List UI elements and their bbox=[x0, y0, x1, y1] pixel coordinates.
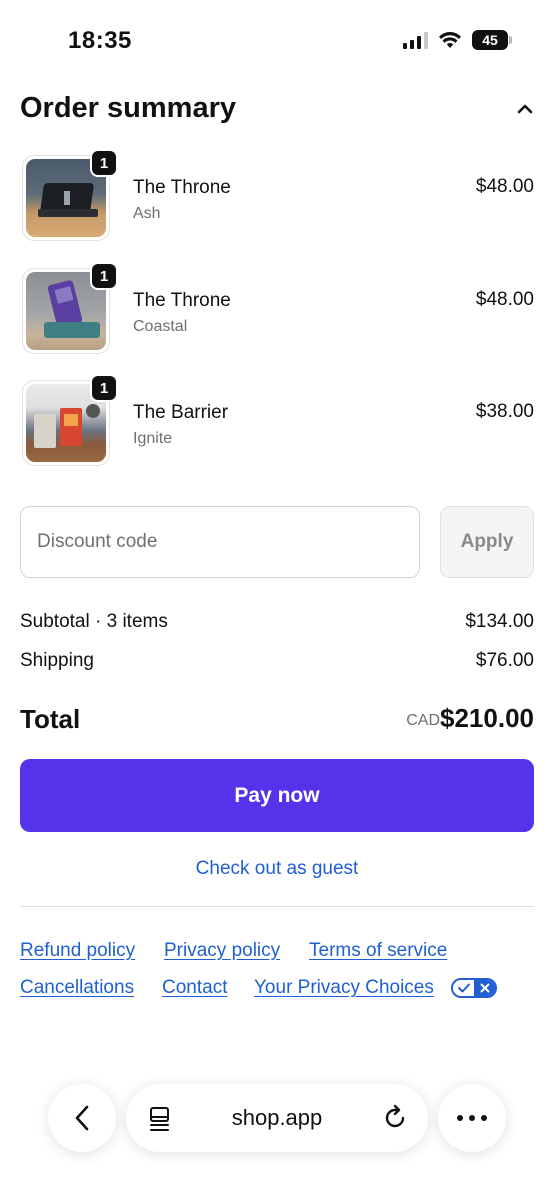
back-button[interactable] bbox=[48, 1084, 116, 1152]
item-name: The Throne bbox=[133, 290, 231, 311]
refund-policy-link[interactable]: Refund policy bbox=[20, 940, 135, 962]
privacy-choices-link[interactable]: Your Privacy Choices bbox=[254, 977, 434, 999]
shipping-value: $76.00 bbox=[475, 650, 534, 671]
guest-checkout-link[interactable]: Check out as guest bbox=[0, 858, 554, 880]
more-button[interactable] bbox=[438, 1084, 506, 1152]
privacy-policy-link[interactable]: Privacy policy bbox=[164, 940, 280, 962]
shipping-label: Shipping bbox=[20, 650, 94, 671]
privacy-choices-icon[interactable] bbox=[451, 978, 497, 998]
more-icon bbox=[457, 1115, 487, 1121]
currency-code: CAD bbox=[406, 712, 440, 729]
item-variant: Coastal bbox=[133, 318, 188, 335]
back-icon bbox=[75, 1105, 89, 1131]
shipping-row: Shipping $76.00 bbox=[20, 650, 534, 672]
reload-icon[interactable] bbox=[382, 1104, 408, 1132]
discount-code-input[interactable] bbox=[20, 506, 420, 578]
item-variant: Ignite bbox=[133, 430, 173, 447]
apply-button[interactable]: Apply bbox=[440, 506, 534, 578]
contact-link[interactable]: Contact bbox=[162, 977, 227, 999]
subtotal-value: $134.00 bbox=[465, 611, 534, 632]
item-variant: Ash bbox=[133, 205, 161, 222]
quantity-badge: 1 bbox=[90, 374, 118, 402]
terms-of-service-link[interactable]: Terms of service bbox=[309, 940, 447, 962]
divider bbox=[20, 906, 534, 907]
line-item: 1 The Barrier Ignite $38.00 bbox=[20, 374, 534, 466]
item-price: $48.00 bbox=[475, 289, 534, 310]
browser-toolbar: shop.app bbox=[0, 1084, 554, 1154]
total-label: Total bbox=[20, 704, 81, 734]
check-icon bbox=[453, 980, 474, 996]
quantity-badge: 1 bbox=[90, 262, 118, 290]
wifi-icon bbox=[439, 32, 461, 48]
battery-icon: 45 bbox=[472, 30, 512, 50]
pay-now-button[interactable]: Pay now bbox=[20, 759, 534, 832]
subtotal-row: Subtotal · 3 items $134.00 bbox=[20, 611, 534, 633]
status-time: 18:35 bbox=[68, 27, 132, 54]
item-price: $48.00 bbox=[475, 176, 534, 197]
quantity-badge: 1 bbox=[90, 149, 118, 177]
status-bar: 18:35 45 bbox=[0, 0, 554, 80]
chevron-up-icon[interactable] bbox=[514, 98, 536, 120]
order-summary-title: Order summary bbox=[20, 92, 236, 124]
line-item: 1 The Throne Coastal $48.00 bbox=[20, 262, 534, 354]
x-icon bbox=[474, 980, 495, 996]
address-bar[interactable]: shop.app bbox=[126, 1084, 428, 1152]
signal-icon bbox=[403, 31, 428, 49]
item-name: The Throne bbox=[133, 177, 231, 198]
subtotal-label: Subtotal · 3 items bbox=[20, 611, 168, 632]
line-item: 1 The Throne Ash $48.00 bbox=[20, 149, 534, 241]
cancellations-link[interactable]: Cancellations bbox=[20, 977, 134, 999]
total-value: $210.00 bbox=[440, 703, 534, 733]
battery-level: 45 bbox=[482, 32, 498, 48]
status-icons: 45 bbox=[403, 30, 512, 50]
item-price: $38.00 bbox=[475, 401, 534, 422]
item-name: The Barrier bbox=[133, 402, 229, 423]
